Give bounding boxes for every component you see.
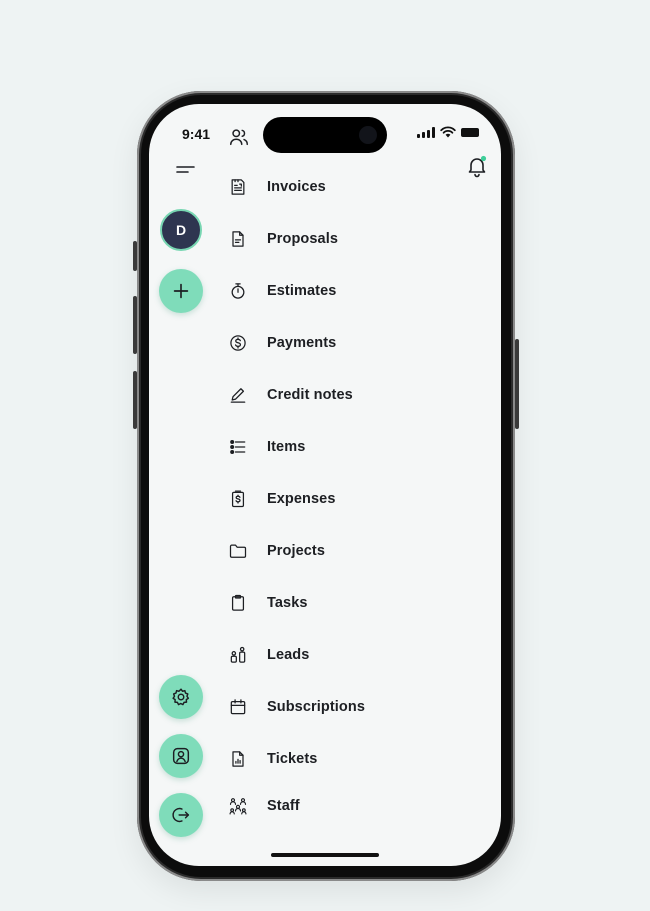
menu-item-tickets[interactable]: Tickets [227,744,317,774]
report-icon [227,748,249,770]
menu-item-projects[interactable]: Projects [227,536,325,566]
stopwatch-icon [227,280,249,302]
menu-item-payments[interactable]: Payments [227,328,336,358]
hamburger-menu-icon[interactable] [176,164,196,176]
pencil-icon [227,384,249,406]
dynamic-island [263,117,387,153]
menu-item-tasks[interactable]: Tasks [227,588,308,618]
camera-icon [359,126,377,144]
logout-icon [172,807,190,823]
status-time: 9:41 [182,126,211,142]
wifi-icon [440,126,456,138]
users-icon[interactable] [228,126,250,148]
menu-item-credit-notes[interactable]: Credit notes [227,380,353,410]
menu-label: Tickets [267,751,318,767]
home-indicator [271,853,379,857]
battery-icon [461,127,479,137]
menu-item-staff[interactable]: Staff [227,791,300,821]
menu-label: Subscriptions [267,699,365,715]
volume-down-button [133,371,137,429]
menu-label: Invoices [267,179,326,195]
menu-label: Items [267,439,306,455]
add-button[interactable] [159,269,203,313]
menu-item-leads[interactable]: Leads [227,640,309,670]
menu-item-estimates[interactable]: Estimates [227,276,336,306]
silent-switch [133,241,137,271]
menu-item-items[interactable]: Items [227,432,305,462]
menu-label: Estimates [267,283,337,299]
folder-icon [227,540,249,562]
menu-item-proposals[interactable]: Proposals [227,224,338,254]
document-icon [227,228,249,250]
menu-label: Credit notes [267,387,353,403]
people-icon [227,644,249,666]
receipt-dollar-icon [227,488,249,510]
menu-label: Expenses [267,491,336,507]
notification-bell-icon[interactable] [465,154,489,178]
notification-dot [480,155,487,162]
menu-label: Projects [267,543,326,559]
logout-button[interactable] [159,793,203,837]
phone-frame: 9:41 D Invoices Proposals Estimates Paym… [133,91,519,881]
settings-button[interactable] [159,675,203,719]
cellular-signal-icon [417,126,435,138]
plus-icon [173,283,189,299]
menu-label: Staff [267,798,300,814]
menu-label: Leads [267,647,310,663]
status-icons [417,126,479,138]
user-avatar[interactable]: D [160,209,202,251]
power-button [515,339,519,429]
menu-item-subscriptions[interactable]: Subscriptions [227,692,365,722]
list-icon [227,436,249,458]
menu-label: Tasks [267,595,308,611]
calendar-icon [227,696,249,718]
invoice-icon [227,176,249,198]
menu-item-expenses[interactable]: Expenses [227,484,336,514]
volume-up-button [133,296,137,354]
menu-label: Payments [267,335,337,351]
menu-item-invoices[interactable]: Invoices [227,172,326,202]
menu-label: Proposals [267,231,339,247]
profile-button[interactable] [159,734,203,778]
clipboard-icon [227,592,249,614]
app-screen: 9:41 D Invoices Proposals Estimates Paym… [149,104,501,866]
user-profile-icon [172,747,190,765]
team-icon [227,795,249,817]
gear-icon [172,688,190,706]
dollar-circle-icon [227,332,249,354]
